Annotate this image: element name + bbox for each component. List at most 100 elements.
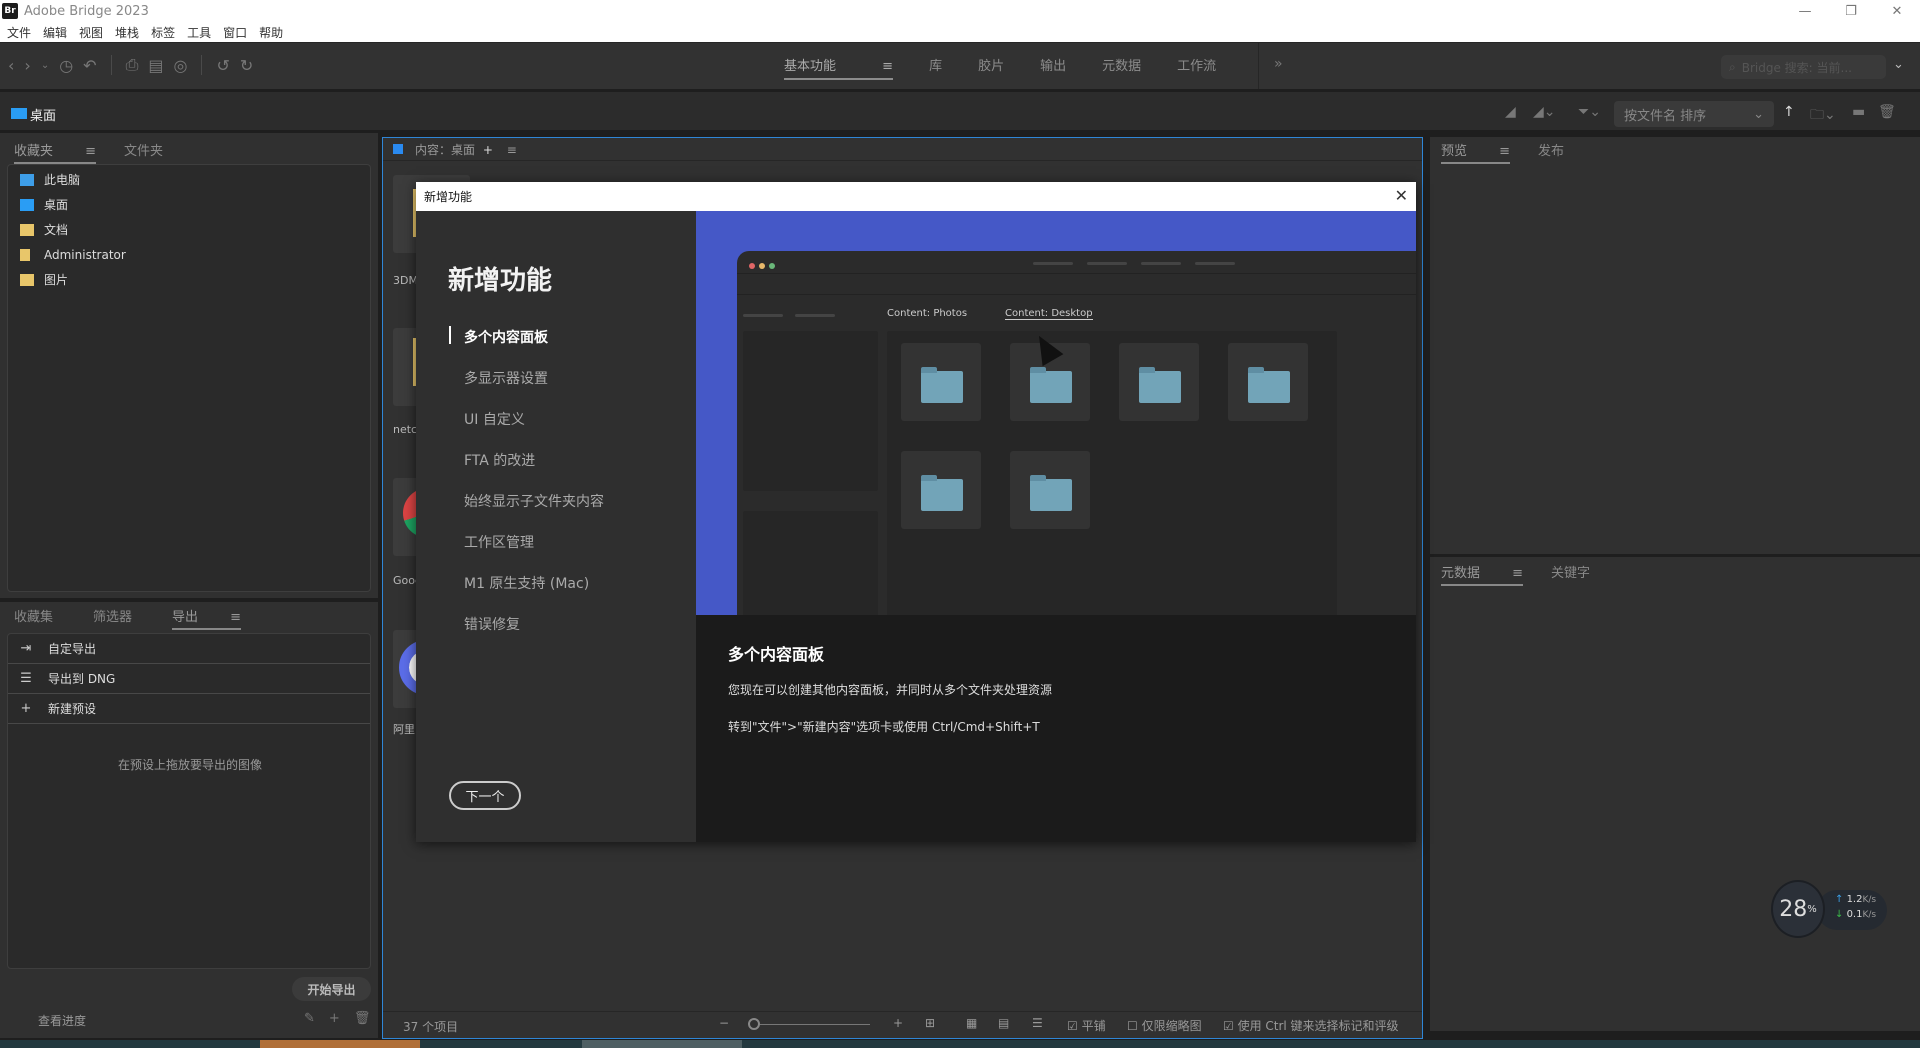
forward-icon[interactable]: › bbox=[24, 56, 30, 75]
nav-fta-improvements[interactable]: FTA 的改进 bbox=[464, 450, 604, 491]
export-presets-list: ⇥ 自定导出 ☰ 导出到 DNG + 新建预设 在预设上拖放要导出的图像 bbox=[7, 633, 371, 969]
list-view-icon[interactable]: ☰ bbox=[1032, 1016, 1043, 1030]
favorite-item-documents[interactable]: 文档 bbox=[8, 217, 370, 242]
menu-bar: 文件 编辑 视图 堆栈 标签 工具 窗口 帮助 bbox=[0, 22, 1920, 42]
toolbar: ‹ › ⌄ ◷ ↶ ⎙ ▤ ◎ ↺ ↻ 基本功能 ≡ 库 胶片 输出 元数据 工… bbox=[0, 42, 1920, 89]
menu-help[interactable]: 帮助 bbox=[252, 24, 288, 41]
new-folder-icon[interactable]: ▬ bbox=[1852, 104, 1865, 120]
details-view-icon[interactable]: ▤ bbox=[998, 1016, 1009, 1030]
workspace-tab-libraries[interactable]: 库 bbox=[929, 55, 942, 80]
desktop-icon bbox=[20, 198, 34, 211]
next-button[interactable]: 下一个 bbox=[449, 781, 521, 810]
recent-folders-icon[interactable]: 🗀⌄ bbox=[1810, 104, 1836, 128]
trash-icon[interactable]: 🗑 bbox=[354, 1011, 371, 1026]
feature-title: 多个内容面板 bbox=[728, 645, 825, 664]
quality-icon[interactable]: ◢⌄ bbox=[1533, 104, 1556, 120]
workspace-tab-workflow[interactable]: 工作流 bbox=[1177, 55, 1216, 80]
nav-multi-monitor[interactable]: 多显示器设置 bbox=[464, 368, 604, 409]
favorite-item-desktop[interactable]: 桌面 bbox=[8, 192, 370, 217]
grid-lock-icon[interactable]: ⊞ bbox=[925, 1016, 935, 1030]
menu-window[interactable]: 窗口 bbox=[216, 24, 252, 41]
tile-checkbox[interactable]: ☑ 平铺 bbox=[1067, 1017, 1106, 1034]
start-export-button[interactable]: 开始导出 bbox=[292, 977, 371, 1001]
preset-custom-export[interactable]: ⇥ 自定导出 bbox=[8, 634, 370, 664]
camera-import-icon[interactable]: ⎙ bbox=[126, 55, 139, 75]
view-progress-link[interactable]: 查看进度 bbox=[38, 1012, 86, 1029]
workspace-tab-output[interactable]: 输出 bbox=[1040, 55, 1066, 80]
filter-icon[interactable]: ⏷⌄ bbox=[1578, 104, 1601, 120]
menu-label[interactable]: 标签 bbox=[144, 24, 180, 41]
menu-stack[interactable]: 堆栈 bbox=[108, 24, 144, 41]
tab-preview[interactable]: 预览 ≡ bbox=[1441, 140, 1511, 164]
workspace-tab-essentials[interactable]: 基本功能 ≡ bbox=[784, 55, 894, 80]
new-preset-button[interactable]: + 新建预设 bbox=[8, 694, 370, 724]
open-in-camera-raw-icon[interactable]: ◎ bbox=[174, 56, 188, 75]
tab-favorites[interactable]: 收藏夹 ≡ bbox=[14, 140, 97, 164]
rating-filter-icon[interactable]: ◢ bbox=[1505, 104, 1516, 120]
chevron-down-icon[interactable]: ⌄ bbox=[41, 60, 49, 71]
close-icon[interactable]: ✕ bbox=[1395, 186, 1408, 205]
preview-panel bbox=[1430, 137, 1920, 554]
menu-edit[interactable]: 编辑 bbox=[36, 24, 72, 41]
add-tab-icon[interactable]: + bbox=[483, 143, 493, 157]
tab-metadata[interactable]: 元数据 ≡ bbox=[1441, 562, 1524, 586]
sort-select[interactable]: 按文件名 排序 ⌄ bbox=[1614, 101, 1774, 127]
breadcrumb[interactable]: 桌面 bbox=[30, 105, 56, 124]
thumbnail-size-slider[interactable] bbox=[750, 1024, 870, 1025]
add-icon[interactable]: + bbox=[329, 1011, 340, 1026]
boomerang-icon[interactable]: ↶ bbox=[83, 56, 96, 75]
trash-icon[interactable]: 🗑 bbox=[1878, 104, 1896, 120]
favorite-item-pictures[interactable]: 图片 bbox=[8, 267, 370, 292]
minimize-button[interactable]: — bbox=[1782, 0, 1828, 22]
rotate-right-icon[interactable]: ↻ bbox=[240, 56, 253, 75]
recent-icon[interactable]: ◷ bbox=[59, 56, 73, 75]
workspace-tab-filmstrip[interactable]: 胶片 bbox=[978, 55, 1004, 80]
nav-subfolder-contents[interactable]: 始终显示子文件夹内容 bbox=[464, 491, 604, 532]
rotate-left-icon[interactable]: ↺ bbox=[216, 56, 229, 75]
thumbnails-only-checkbox[interactable]: ☐ 仅限缩略图 bbox=[1127, 1017, 1202, 1034]
favorite-item-administrator[interactable]: Administrator bbox=[8, 242, 370, 267]
thumbnails-view-icon[interactable]: ▦ bbox=[966, 1016, 977, 1030]
menu-file[interactable]: 文件 bbox=[0, 24, 36, 41]
workspace-tab-metadata[interactable]: 元数据 bbox=[1102, 55, 1141, 80]
more-workspaces-icon[interactable]: » bbox=[1274, 56, 1283, 72]
edit-icon[interactable]: ✎ bbox=[304, 1011, 315, 1026]
preset-export-dng[interactable]: ☰ 导出到 DNG bbox=[8, 664, 370, 694]
sort-ascending-icon[interactable]: ↑ bbox=[1783, 104, 1795, 120]
tab-export[interactable]: 导出 ≡ bbox=[172, 606, 242, 630]
folder-icon bbox=[20, 248, 30, 261]
nav-bug-fixes[interactable]: 错误修复 bbox=[464, 614, 604, 655]
nav-multiple-content-panels[interactable]: 多个内容面板 bbox=[449, 326, 604, 368]
folder-icon bbox=[901, 343, 981, 421]
menu-icon[interactable]: ≡ bbox=[507, 143, 517, 157]
ctrl-select-checkbox[interactable]: ☑ 使用 Ctrl 键来选择标记和评级 bbox=[1223, 1017, 1399, 1034]
restore-button[interactable]: ❐ bbox=[1828, 0, 1874, 22]
zoom-out-icon[interactable]: − bbox=[719, 1016, 729, 1030]
tab-collections[interactable]: 收藏集 bbox=[14, 606, 53, 630]
panel-color-icon bbox=[393, 144, 403, 154]
feature-nav: 多个内容面板 多显示器设置 UI 自定义 FTA 的改进 始终显示子文件夹内容 … bbox=[449, 326, 604, 655]
taskbar-app[interactable] bbox=[582, 1040, 742, 1048]
zoom-in-icon[interactable]: + bbox=[893, 1016, 903, 1030]
menu-icon[interactable]: ≡ bbox=[882, 59, 893, 78]
refine-icon[interactable]: ▤ bbox=[148, 56, 163, 75]
tab-publish[interactable]: 发布 bbox=[1538, 140, 1564, 164]
folder-icon bbox=[1228, 343, 1308, 421]
tab-content-desktop[interactable]: 内容：桌面 + ≡ bbox=[415, 141, 517, 158]
menu-tools[interactable]: 工具 bbox=[180, 24, 216, 41]
favorite-item-this-pc[interactable]: 此电脑 bbox=[8, 167, 370, 192]
menu-view[interactable]: 视图 bbox=[72, 24, 108, 41]
search-input[interactable]: ⌕ Bridge 搜索: 当前... bbox=[1721, 55, 1886, 79]
folder-icon bbox=[901, 451, 981, 529]
chevron-down-icon[interactable]: ⌄ bbox=[1893, 57, 1904, 72]
nav-m1-support[interactable]: M1 原生支持 (Mac) bbox=[464, 573, 604, 614]
nav-workspace-management[interactable]: 工作区管理 bbox=[464, 532, 604, 573]
tab-keywords[interactable]: 关键字 bbox=[1551, 562, 1590, 586]
back-icon[interactable]: ‹ bbox=[8, 56, 14, 75]
tab-folders[interactable]: 文件夹 bbox=[124, 140, 163, 164]
slider-handle[interactable] bbox=[748, 1018, 760, 1030]
taskbar-app[interactable] bbox=[260, 1040, 420, 1048]
close-window-button[interactable]: ✕ bbox=[1874, 0, 1920, 22]
tab-filter[interactable]: 筛选器 bbox=[93, 606, 132, 630]
nav-ui-customization[interactable]: UI 自定义 bbox=[464, 409, 604, 450]
